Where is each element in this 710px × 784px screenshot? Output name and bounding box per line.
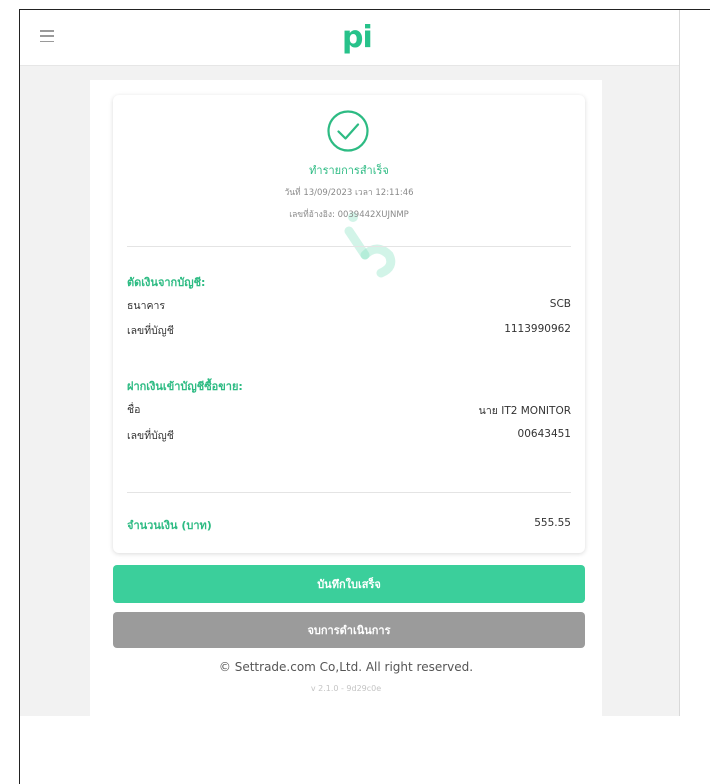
- save-receipt-button[interactable]: บันทึกใบเสร็จ: [113, 565, 585, 603]
- receipt-card: ทำรายการสำเร็จ วันที่ 13/09/2023 เวลา 12…: [113, 95, 585, 553]
- deposit-name-value: นาย IT2 MONITOR: [478, 405, 571, 417]
- transaction-reference: เลขที่อ้างอิง: 0039442XUJNMP: [289, 210, 409, 220]
- divider-top: [127, 246, 571, 247]
- debit-account-label: เลขที่บัญชี: [127, 325, 174, 337]
- debit-bank-value: SCB: [549, 298, 571, 310]
- deposit-account-label: เลขที่บัญชี: [127, 430, 174, 442]
- copyright-text: © Settrade.com Co,Ltd. All right reserve…: [218, 660, 474, 674]
- finish-button[interactable]: จบการดำเนินการ: [113, 612, 585, 648]
- transaction-datetime: วันที่ 13/09/2023 เวลา 12:11:46: [284, 188, 414, 198]
- top-bar: pi: [20, 10, 679, 66]
- deposit-account-value: 00643451: [517, 428, 571, 440]
- amount-label: จำนวนเงิน (บาท): [127, 519, 212, 532]
- divider-bottom: [127, 492, 571, 493]
- debit-account-value: 1113990962: [504, 323, 571, 335]
- version-text: v 2.1.0 - 9d29c0e: [310, 684, 382, 693]
- success-title: ทำรายการสำเร็จ: [309, 164, 389, 177]
- app-window: pi ทำรายการสำเร็จ วันที่ 13/09/2023 เวลา…: [20, 10, 680, 716]
- debit-section-title: ตัดเงินจากบัญชี:: [127, 276, 206, 289]
- debit-bank-label: ธนาคาร: [127, 300, 166, 312]
- hamburger-icon[interactable]: [40, 30, 54, 42]
- amount-value: 555.55: [534, 517, 571, 529]
- check-circle-icon: [327, 110, 369, 152]
- deposit-section-title: ฝากเงินเข้าบัญชีซื้อขาย:: [127, 380, 243, 393]
- pi-logo[interactable]: pi: [342, 18, 373, 58]
- receipt-page: ทำรายการสำเร็จ วันที่ 13/09/2023 เวลา 12…: [90, 80, 602, 716]
- deposit-name-label: ชื่อ: [127, 404, 141, 416]
